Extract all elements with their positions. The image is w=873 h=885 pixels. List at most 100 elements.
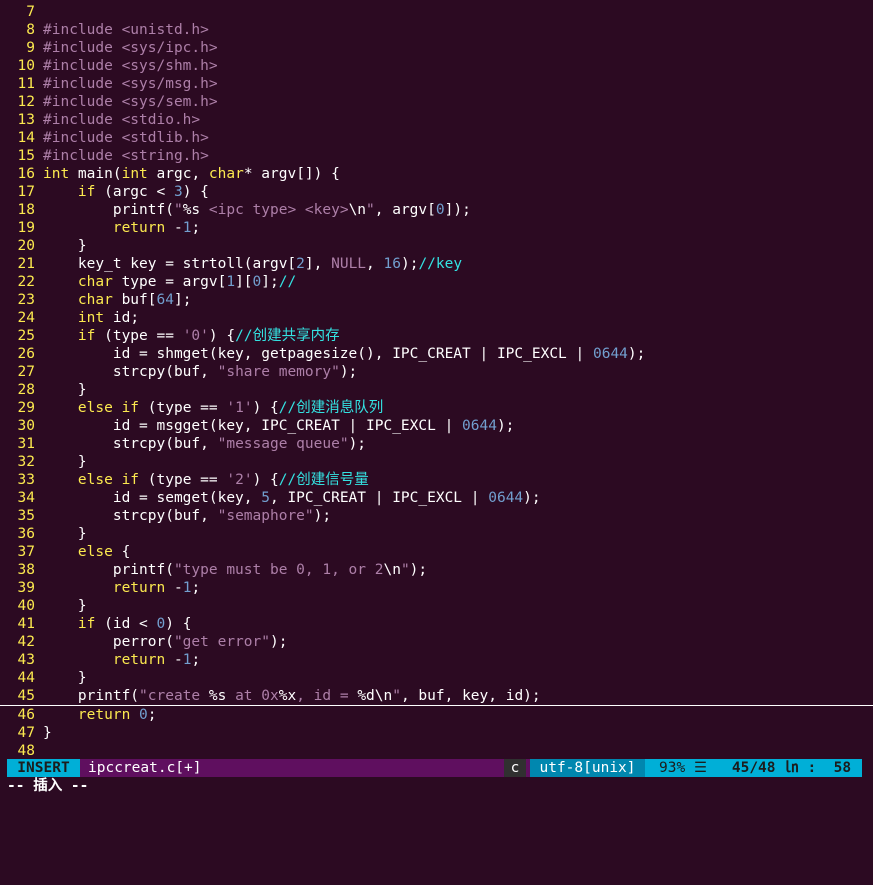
code-line[interactable]: 41 if (id < 0) {	[0, 615, 873, 633]
line-number: 15	[17, 148, 35, 164]
code-text: #include <string.h>	[43, 148, 209, 164]
code-line[interactable]: 10 #include <sys/shm.h>	[0, 57, 873, 75]
code-line[interactable]: 40 }	[0, 597, 873, 615]
code-text: key_t key = strtoll(argv[2], NULL, 16);/…	[43, 256, 463, 272]
line-number: 35	[17, 508, 35, 524]
filetype-label: c	[504, 759, 526, 777]
code-text: #include <stdlib.h>	[43, 130, 209, 146]
code-line[interactable]: 11 #include <sys/msg.h>	[0, 75, 873, 93]
code-line[interactable]: 27 strcpy(buf, "share memory");	[0, 363, 873, 381]
code-text: strcpy(buf, "message queue");	[43, 436, 367, 452]
line-number: 10	[17, 58, 35, 74]
code-line[interactable]: 22 char type = argv[1][0];//	[0, 273, 873, 291]
code-line[interactable]: 43 return -1;	[0, 651, 873, 669]
code-line[interactable]: 14 #include <stdlib.h>	[0, 129, 873, 147]
line-number: 12	[17, 94, 35, 110]
code-line[interactable]: 16 int main(int argc, char* argv[]) {	[0, 165, 873, 183]
scroll-percent: 93% ☰	[645, 759, 721, 777]
code-line[interactable]: 48	[0, 742, 873, 760]
code-text: char type = argv[1][0];//	[77, 274, 297, 290]
code-line[interactable]: 46 return 0;	[0, 706, 873, 724]
code-text: if (id < 0) {	[77, 616, 192, 632]
line-number: 16	[17, 166, 35, 182]
line-number: 44	[17, 670, 35, 686]
line-number: 23	[17, 292, 35, 308]
code-text: }	[43, 238, 87, 254]
line-number: 25	[17, 328, 35, 344]
code-line[interactable]: 15 #include <string.h>	[0, 147, 873, 165]
code-text: else if (type == '2') {//创建信号量	[77, 472, 369, 488]
line-number: 18	[17, 202, 35, 218]
code-line[interactable]: 21 key_t key = strtoll(argv[2], NULL, 16…	[0, 255, 873, 273]
code-line[interactable]: 31 strcpy(buf, "message queue");	[0, 435, 873, 453]
code-text: }	[43, 670, 87, 686]
line-number: 37	[17, 544, 35, 560]
code-line[interactable]: 23 char buf[64];	[0, 291, 873, 309]
code-line[interactable]: 29 else if (type == '1') {//创建消息队列	[0, 399, 873, 417]
cursor-position: 45/48 ㏑ : 58	[721, 759, 862, 777]
code-line[interactable]: 42 perror("get error");	[0, 633, 873, 651]
filename-label: ipccreat.c[+]	[88, 760, 202, 776]
line-number: 24	[17, 310, 35, 326]
code-text: id = msgget(key, IPC_CREAT | IPC_EXCL | …	[43, 418, 515, 434]
code-text: else if (type == '1') {//创建消息队列	[77, 400, 384, 416]
code-text: printf("create %s at 0x%x, id = %d\n", b…	[43, 688, 541, 704]
code-text: strcpy(buf, "semaphore");	[43, 508, 332, 524]
code-line[interactable]: 13 #include <stdio.h>	[0, 111, 873, 129]
code-line[interactable]: 39 return -1;	[0, 579, 873, 597]
code-text: return -1;	[112, 652, 201, 668]
line-number: 47	[17, 725, 35, 741]
line-number: 39	[17, 580, 35, 596]
line-number: 48	[17, 743, 35, 759]
line-number: 43	[17, 652, 35, 668]
line-number: 41	[17, 616, 35, 632]
code-line[interactable]: 44 }	[0, 669, 873, 687]
code-line[interactable]: 33 else if (type == '2') {//创建信号量	[0, 471, 873, 489]
code-line[interactable]: 7	[0, 3, 873, 21]
line-number: 40	[17, 598, 35, 614]
status-bar: INSERT ipccreat.c[+] c utf-8[unix] 93% ☰…	[7, 759, 862, 777]
line-number: 34	[17, 490, 35, 506]
line-number: 27	[17, 364, 35, 380]
line-number: 7	[26, 4, 35, 20]
code-text: }	[43, 382, 87, 398]
line-number: 20	[17, 238, 35, 254]
code-line[interactable]: 8 #include <unistd.h>	[0, 21, 873, 39]
code-text: #include <stdio.h>	[43, 112, 201, 128]
code-line[interactable]: 9 #include <sys/ipc.h>	[0, 39, 873, 57]
line-number: 14	[17, 130, 35, 146]
code-line[interactable]: 17 if (argc < 3) {	[0, 183, 873, 201]
code-text: if (type == '0') {//创建共享内存	[77, 328, 340, 344]
code-text: id = semget(key, 5, IPC_CREAT | IPC_EXCL…	[43, 490, 541, 506]
command-line[interactable]: -- 插入 --	[7, 777, 88, 795]
code-text: #include <unistd.h>	[43, 22, 209, 38]
code-text: #include <sys/shm.h>	[43, 58, 218, 74]
code-line[interactable]: 18 printf("%s <ipc type> <key>\n", argv[…	[0, 201, 873, 219]
code-line[interactable]: 35 strcpy(buf, "semaphore");	[0, 507, 873, 525]
editor-buffer[interactable]: 7 8 #include <unistd.h> 9 #include <sys/ipc.…	[0, 3, 873, 760]
line-number: 45	[17, 688, 35, 704]
code-line[interactable]: 36 }	[0, 525, 873, 543]
code-line[interactable]: 19 return -1;	[0, 219, 873, 237]
code-text: char buf[64];	[77, 292, 192, 308]
code-line[interactable]: 30 id = msgget(key, IPC_CREAT | IPC_EXCL…	[0, 417, 873, 435]
line-number: 46	[17, 707, 35, 723]
line-number: 36	[17, 526, 35, 542]
code-line[interactable]: 12 #include <sys/sem.h>	[0, 93, 873, 111]
code-line[interactable]: 34 id = semget(key, 5, IPC_CREAT | IPC_E…	[0, 489, 873, 507]
line-number: 32	[17, 454, 35, 470]
code-line[interactable]: 38 printf("type must be 0, 1, or 2\n");	[0, 561, 873, 579]
code-line[interactable]: 28 }	[0, 381, 873, 399]
code-line[interactable]: 26 id = shmget(key, getpagesize(), IPC_C…	[0, 345, 873, 363]
code-text: #include <sys/sem.h>	[43, 94, 218, 110]
code-line[interactable]: 25 if (type == '0') {//创建共享内存	[0, 327, 873, 345]
code-line-cursor[interactable]: 45 printf("create %s at 0x%x, id = %d\n"…	[0, 687, 873, 706]
line-number: 19	[17, 220, 35, 236]
code-line[interactable]: 37 else {	[0, 543, 873, 561]
code-line[interactable]: 47}	[0, 724, 873, 742]
code-line[interactable]: 32 }	[0, 453, 873, 471]
code-text: }	[43, 526, 87, 542]
code-line[interactable]: 20 }	[0, 237, 873, 255]
code-text: id = shmget(key, getpagesize(), IPC_CREA…	[43, 346, 646, 362]
code-line[interactable]: 24 int id;	[0, 309, 873, 327]
